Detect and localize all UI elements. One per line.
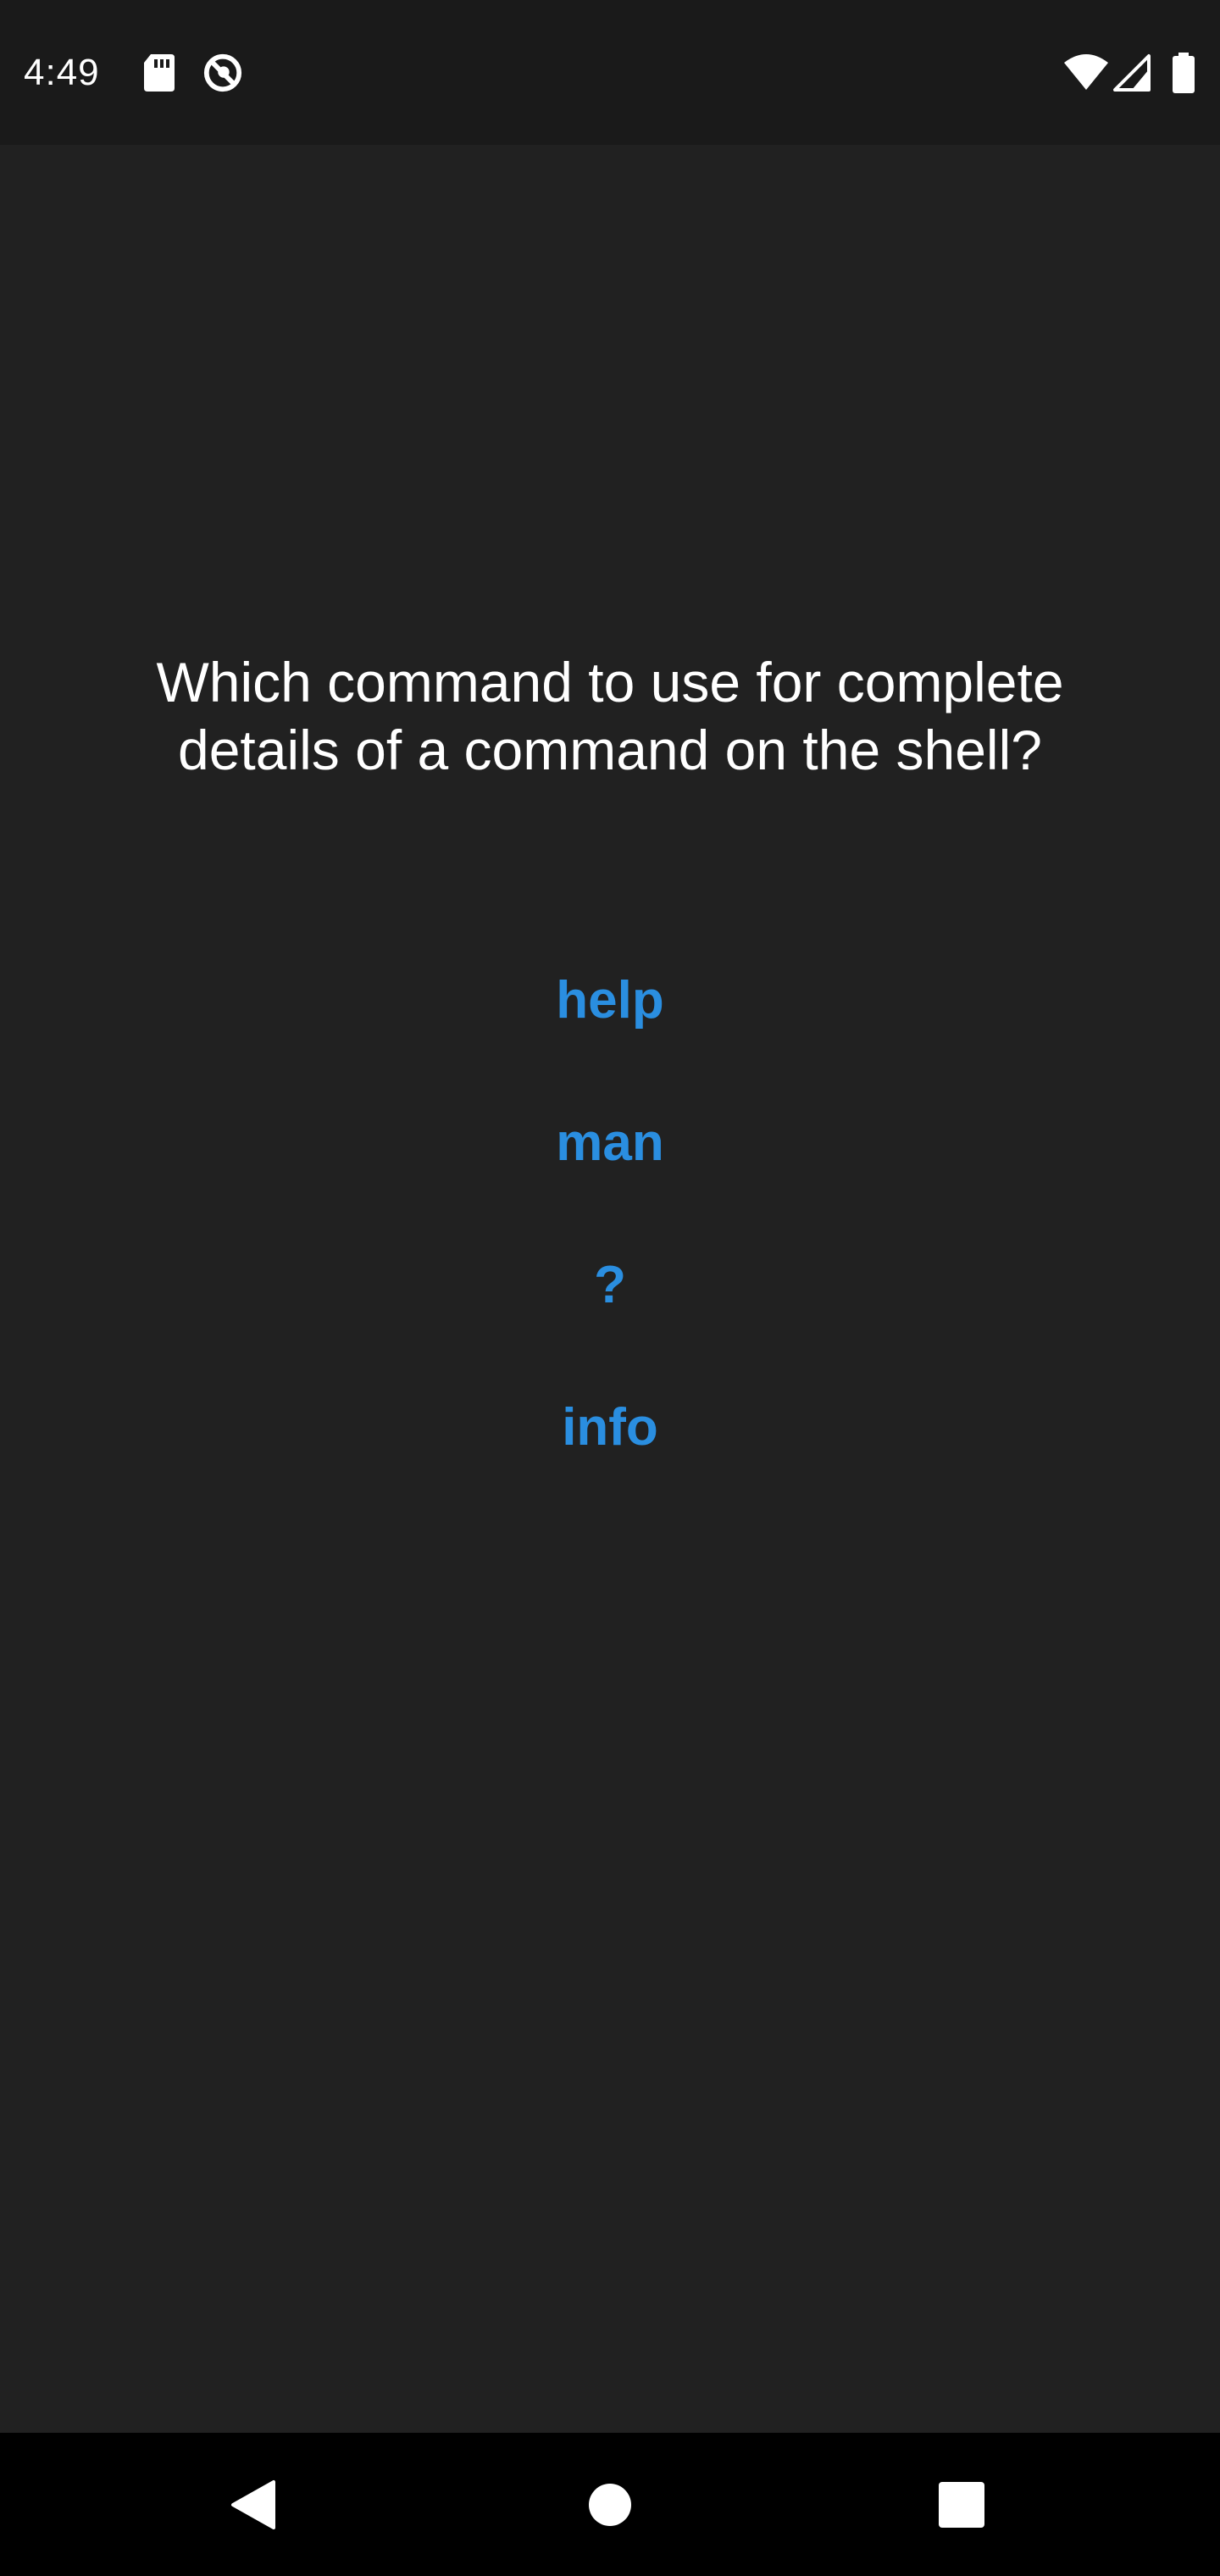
answer-option-question-mark[interactable]: ? (441, 1235, 779, 1336)
battery-icon (1171, 53, 1196, 93)
navigation-bar (0, 2433, 1220, 2576)
recents-button[interactable] (915, 2458, 1008, 2551)
signal-icon (1113, 53, 1152, 93)
status-bar: 4:49 (0, 0, 1220, 145)
back-button[interactable] (208, 2458, 301, 2551)
home-icon (589, 2484, 631, 2526)
do-not-disturb-icon (202, 53, 244, 93)
answer-option-info[interactable]: info (441, 1377, 779, 1479)
question-text: Which command to use for complete detail… (156, 651, 1064, 781)
sd-card-icon (142, 53, 176, 93)
recents-icon (939, 2482, 984, 2528)
status-time: 4:49 (24, 52, 100, 93)
wifi-icon (1062, 53, 1110, 93)
back-icon (231, 2480, 275, 2529)
answer-option-help[interactable]: help (441, 950, 779, 1052)
answer-option-man[interactable]: man (441, 1092, 779, 1194)
home-button[interactable] (563, 2458, 657, 2551)
